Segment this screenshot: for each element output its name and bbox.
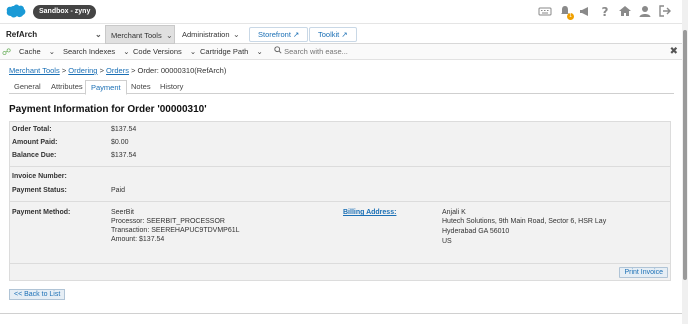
breadcrumb-orders[interactable]: Orders (106, 66, 129, 75)
payment-status-label: Payment Status: (12, 187, 67, 194)
payment-transaction: Transaction: SEEREHAPUC9TDVMP61L (111, 227, 240, 234)
toolkit-link-label: Toolkit (318, 30, 340, 39)
footer (0, 313, 682, 324)
tab-merchant-tools[interactable]: Merchant Tools ⌄ (105, 25, 175, 44)
tab-administration-label: Administration (182, 30, 230, 39)
cache-menu-label: Cache (19, 47, 41, 56)
cartridge-path-menu[interactable]: Cartridge Path ⌄ (200, 44, 263, 60)
search-indexes-menu-label: Search Indexes (63, 47, 116, 56)
tab-payment[interactable]: Payment (85, 80, 127, 95)
vertical-scrollbar[interactable] (682, 0, 688, 324)
site-selector[interactable]: RefArch ⌄ (6, 25, 104, 44)
search-field[interactable] (274, 46, 474, 58)
home-icon[interactable] (618, 4, 632, 18)
print-invoice-button[interactable]: Print Invoice (619, 267, 668, 278)
billing-address-link[interactable]: Billing Address: (343, 209, 396, 216)
top-header: Sandbox - zyny 1 ? (0, 0, 682, 24)
quick-toolbar: ☍ Cache ⌄ Search Indexes ⌄ Code Versions… (0, 44, 682, 60)
amount-paid-label: Amount Paid: (12, 139, 58, 146)
breadcrumb: Merchant Tools > Ordering > Orders > Ord… (9, 66, 226, 75)
toolkit-link[interactable]: Toolkit ↗ (309, 27, 357, 42)
billing-name: Anjali K (442, 209, 466, 216)
page-title: Payment Information for Order '00000310' (9, 104, 207, 115)
back-to-list-button[interactable]: << Back to List (9, 289, 66, 300)
section-divider (10, 166, 670, 167)
main-navigation: RefArch ⌄ Merchant Tools ⌄ Administratio… (0, 25, 682, 44)
chevron-down-icon: ⌄ (123, 47, 130, 56)
tab-merchant-tools-label: Merchant Tools (111, 31, 162, 40)
tab-history[interactable]: History (155, 80, 188, 94)
order-total-value: $137.54 (111, 126, 137, 133)
code-versions-menu-label: Code Versions (133, 47, 182, 56)
chevron-down-icon: ⌄ (256, 47, 263, 56)
chevron-down-icon: ⌄ (48, 47, 56, 56)
payment-details-panel: Order Total: $137.54 Amount Paid: $0.00 … (9, 121, 671, 281)
breadcrumb-merchant-tools[interactable]: Merchant Tools (9, 66, 60, 75)
sandbox-badge: Sandbox - zyny (33, 5, 97, 19)
chevron-down-icon: ⌄ (95, 30, 102, 39)
help-icon[interactable]: ? (598, 4, 612, 19)
storefront-link[interactable]: Storefront ↗ (249, 27, 309, 42)
balance-due-label: Balance Due: (12, 152, 57, 159)
payment-method-label: Payment Method: (12, 209, 71, 216)
cache-menu[interactable]: Cache ⌄ (19, 44, 55, 60)
external-link-icon: ↗ (341, 30, 348, 39)
order-tabs: General Attributes Payment Notes History (9, 80, 674, 95)
close-icon[interactable]: ✖ (670, 45, 678, 59)
tab-general[interactable]: General (9, 80, 46, 94)
user-icon[interactable] (638, 4, 652, 18)
search-input[interactable] (284, 47, 465, 56)
scrollbar-thumb[interactable] (683, 30, 687, 280)
chevron-down-icon: ⌄ (166, 31, 173, 40)
billing-street: Hutech Solutions, 9th Main Road, Sector … (442, 218, 607, 225)
external-link-icon: ↗ (293, 30, 300, 39)
chevron-down-icon: ⌄ (189, 47, 197, 56)
megaphone-icon[interactable] (578, 4, 592, 18)
search-indexes-menu[interactable]: Search Indexes ⌄ (63, 44, 130, 60)
notification-badge: 1 (567, 13, 574, 20)
breadcrumb-ordering[interactable]: Ordering (68, 66, 97, 75)
payment-processor: Processor: SEERBIT_PROCESSOR (111, 218, 225, 225)
billing-city: Hyderabad GA 56010 (442, 228, 510, 235)
tab-attributes[interactable]: Attributes (46, 80, 88, 94)
code-versions-menu[interactable]: Code Versions ⌄ (133, 44, 196, 60)
section-divider (10, 201, 670, 202)
section-divider (10, 263, 670, 264)
tab-notes[interactable]: Notes (126, 80, 156, 94)
header-icons: 1 ? (538, 4, 672, 20)
tab-administration[interactable]: Administration ⌄ (177, 25, 245, 44)
payment-amount: Amount: $137.54 (111, 236, 165, 243)
billing-country: US (442, 238, 452, 245)
payment-method-name: SeerBit (111, 209, 134, 216)
cartridge-path-menu-label: Cartridge Path (200, 47, 249, 56)
salesforce-logo-icon[interactable] (5, 3, 27, 19)
chevron-down-icon: ⌄ (233, 30, 240, 39)
balance-due-value: $137.54 (111, 152, 137, 159)
search-icon (274, 46, 284, 56)
amount-paid-value: $0.00 (111, 139, 129, 146)
invoice-number-label: Invoice Number: (12, 173, 67, 180)
site-selector-label: RefArch (6, 30, 38, 39)
logout-icon[interactable] (658, 4, 672, 18)
shield-icon[interactable]: ☍ (2, 44, 11, 60)
svg-text:?: ? (602, 5, 609, 18)
bell-icon[interactable]: 1 (558, 4, 574, 20)
order-total-label: Order Total: (12, 126, 52, 133)
breadcrumb-current: Order: 00000310(RefArch) (137, 66, 227, 75)
payment-status-value: Paid (111, 187, 126, 194)
storefront-link-label: Storefront (258, 30, 291, 39)
keyboard-icon[interactable] (538, 4, 552, 18)
